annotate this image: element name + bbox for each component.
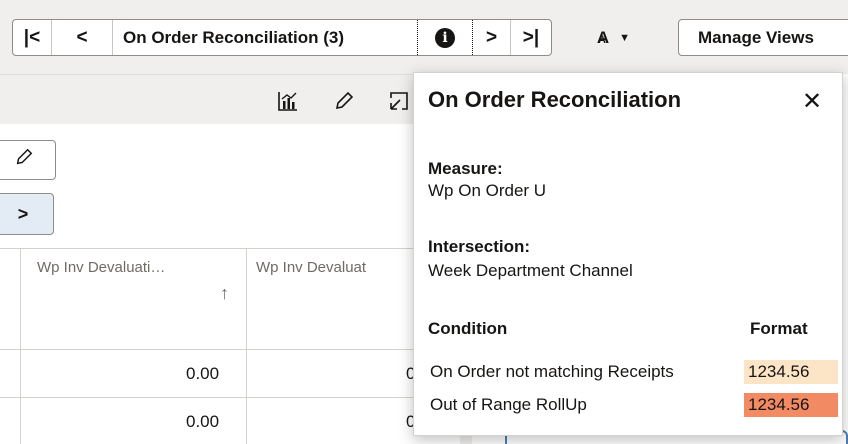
- view-navigation-group: |< < On Order Reconciliation (3) i > >|: [12, 19, 552, 56]
- pencil-icon: [14, 147, 34, 173]
- table-cell[interactable]: 0.00: [186, 412, 219, 432]
- last-icon: >|: [522, 26, 540, 48]
- last-view-button[interactable]: >|: [511, 20, 551, 55]
- table-row[interactable]: 0.00 0.: [0, 398, 460, 444]
- measure-label: Measure:: [428, 159, 503, 178]
- condition-name: Out of Range RollUp: [430, 395, 587, 414]
- intersection-label: Intersection:: [428, 237, 531, 256]
- next-view-button[interactable]: >: [473, 20, 511, 55]
- sort-ascending-icon[interactable]: ↑: [220, 283, 229, 304]
- first-icon: |<: [23, 26, 41, 48]
- edit-button[interactable]: [0, 140, 56, 180]
- chevron-down-icon: ▼: [619, 31, 631, 44]
- info-button[interactable]: i: [417, 20, 473, 55]
- chevron-right-icon: >: [17, 203, 29, 224]
- info-icon: i: [435, 27, 455, 48]
- chart-icon[interactable]: [277, 90, 299, 118]
- pane-toolbar: [0, 74, 460, 124]
- measure-value: Wp On Order U: [428, 181, 547, 200]
- column-header-wp-inv-devaluation-2[interactable]: Wp Inv Devaluat: [256, 259, 416, 276]
- font-size-menu-button[interactable]: AA ▼: [568, 19, 660, 56]
- first-view-button[interactable]: |<: [13, 20, 52, 55]
- table-row[interactable]: 0.00 0.: [0, 350, 460, 398]
- column-header-wp-inv-devaluation-1[interactable]: Wp Inv Devaluati…: [37, 259, 227, 276]
- pencil-icon[interactable]: [333, 90, 355, 118]
- intersection-value: Week Department Channel: [428, 261, 633, 280]
- condition-name: On Order not matching Receipts: [430, 362, 674, 381]
- info-popup: On Order Reconciliation ✕ Measure: Wp On…: [413, 72, 843, 436]
- close-icon[interactable]: ✕: [802, 87, 822, 116]
- condition-column-header: Condition: [428, 319, 508, 338]
- expand-panel-button[interactable]: >: [0, 193, 54, 235]
- view-title-button[interactable]: On Order Reconciliation (3): [113, 20, 417, 55]
- table-cell[interactable]: 0.00: [186, 364, 219, 384]
- manage-views-button[interactable]: Manage Views: [678, 19, 848, 56]
- top-toolbar: |< < On Order Reconciliation (3) i > >| …: [0, 0, 848, 74]
- format-sample: 1234.56: [744, 360, 838, 384]
- expand-icon[interactable]: [388, 90, 410, 118]
- grid-header-row: Wp Inv Devaluati… ↑ Wp Inv Devaluat: [0, 248, 460, 350]
- format-sample: 1234.56: [744, 393, 838, 417]
- previous-view-button[interactable]: <: [52, 20, 113, 55]
- format-column-header: Format: [750, 319, 808, 338]
- chevron-right-icon: >: [485, 26, 498, 48]
- chevron-left-icon: <: [76, 26, 88, 48]
- font-size-icon: AA: [596, 27, 610, 47]
- data-grid: Wp Inv Devaluati… ↑ Wp Inv Devaluat 0.00…: [0, 248, 460, 444]
- popup-title: On Order Reconciliation: [428, 87, 682, 112]
- view-title: On Order Reconciliation (3): [123, 27, 345, 47]
